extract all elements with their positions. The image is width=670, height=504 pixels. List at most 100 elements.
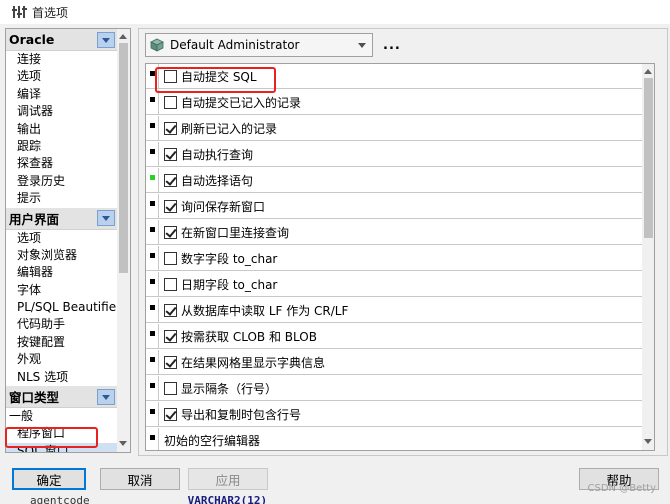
category-header[interactable]: 用户界面: [6, 207, 117, 230]
option-body[interactable]: 刷新已记入的记录: [160, 116, 277, 140]
scroll-thumb[interactable]: [644, 78, 653, 238]
option-checkbox[interactable]: [164, 277, 177, 291]
option-label: 显示隔条（行号）: [181, 381, 278, 396]
nav-item[interactable]: NLS 选项: [6, 369, 117, 386]
scroll-down-icon[interactable]: [644, 439, 652, 444]
nav-item[interactable]: 选项: [6, 68, 117, 85]
profile-value: Default Administrator: [170, 38, 300, 52]
option-checkbox[interactable]: [164, 355, 177, 369]
nav-item[interactable]: 编译: [6, 86, 117, 103]
category-tree: Oracle 连接 选项 编译 调试器 输出 跟踪 探查器 登录历史 提示 用户界面 选项 对象浏览器编…: [5, 28, 131, 453]
title-bar: 首选项: [0, 0, 670, 24]
ok-button[interactable]: 确定: [12, 468, 86, 490]
option-checkbox[interactable]: [164, 173, 177, 187]
collapse-icon[interactable]: [97, 31, 115, 48]
option-row[interactable]: 自动执行查询: [146, 142, 642, 167]
option-checkbox[interactable]: [164, 121, 177, 135]
option-body[interactable]: 自动执行查询: [160, 142, 253, 166]
nav-item[interactable]: 代码助手: [6, 316, 117, 333]
nav-item[interactable]: 字体: [6, 282, 117, 299]
option-checkbox[interactable]: [164, 225, 177, 239]
category-header[interactable]: Oracle: [6, 29, 117, 51]
option-row[interactable]: 显示隔条（行号）: [146, 376, 642, 401]
row-divider: [158, 402, 159, 426]
row-divider: [158, 90, 159, 114]
option-body[interactable]: 数字字段 to_char: [160, 246, 277, 270]
nav-item[interactable]: 对象浏览器: [6, 247, 117, 264]
option-checkbox[interactable]: [164, 95, 177, 109]
nav-item[interactable]: 输出: [6, 121, 117, 138]
option-row[interactable]: 导出和复制时包含行号: [146, 402, 642, 427]
row-divider: [158, 116, 159, 140]
nav-item[interactable]: PL/SQL Beautifier: [6, 299, 117, 316]
nav-item[interactable]: 一般: [6, 408, 117, 425]
option-label: 从数据库中读取 LF 作为 CR/LF: [181, 303, 349, 318]
row-marker-icon: [150, 149, 155, 154]
nav-item[interactable]: 跟踪: [6, 138, 117, 155]
profile-select[interactable]: Default Administrator: [145, 33, 373, 57]
option-body[interactable]: 在结果网格里显示字典信息: [160, 350, 325, 374]
nav-item[interactable]: 编辑器: [6, 264, 117, 281]
option-label: 导出和复制时包含行号: [181, 407, 302, 422]
scroll-up-icon[interactable]: [644, 69, 652, 74]
option-checkbox[interactable]: [164, 251, 177, 265]
option-body[interactable]: 自动选择语句: [160, 168, 253, 192]
option-row[interactable]: 自动提交已记入的记录: [146, 90, 642, 115]
profile-toolbar: Default Administrator ...: [145, 33, 401, 57]
option-checkbox[interactable]: [164, 407, 177, 421]
nav-item[interactable]: 登录历史: [6, 173, 117, 190]
nav-item[interactable]: 提示: [6, 190, 117, 207]
option-checkbox[interactable]: [164, 147, 177, 161]
nav-item[interactable]: 外观: [6, 351, 117, 368]
nav-item[interactable]: 调试器: [6, 103, 117, 120]
option-row[interactable]: 在结果网格里显示字典信息: [146, 350, 642, 375]
option-row[interactable]: 数字字段 to_char: [146, 246, 642, 271]
option-checkbox[interactable]: [164, 303, 177, 317]
category-header[interactable]: 窗口类型: [6, 386, 117, 409]
scroll-thumb[interactable]: [119, 43, 128, 273]
option-label: 自动选择语句: [181, 173, 254, 188]
option-label: 在结果网格里显示字典信息: [181, 355, 326, 370]
option-body[interactable]: 初始的空行编辑器: [160, 428, 260, 450]
scroll-up-icon[interactable]: [119, 34, 127, 39]
row-divider: [158, 272, 159, 296]
option-checkbox[interactable]: [164, 199, 177, 213]
option-row[interactable]: 日期字段 to_char: [146, 272, 642, 297]
row-marker-icon: [150, 357, 155, 362]
row-marker-icon: [150, 253, 155, 258]
option-body[interactable]: 从数据库中读取 LF 作为 CR/LF: [160, 298, 348, 322]
collapse-icon[interactable]: [97, 210, 115, 227]
nav-item[interactable]: 连接: [6, 51, 117, 68]
category-scrollbar[interactable]: [117, 29, 130, 452]
options-scrollbar[interactable]: [642, 64, 654, 450]
options-list: 自动提交 SQL 自动提交已记入的记录 刷新已记入的记录 自动执行查询 自动选择语句 询问…: [145, 63, 655, 451]
scroll-down-icon[interactable]: [119, 441, 127, 446]
more-button[interactable]: ...: [383, 38, 401, 53]
option-label: 刷新已记入的记录: [181, 121, 278, 136]
nav-item[interactable]: 选项: [6, 230, 117, 247]
option-body[interactable]: 在新窗口里连接查询: [160, 220, 289, 244]
option-row[interactable]: 询问保存新窗口: [146, 194, 642, 219]
option-checkbox[interactable]: [164, 381, 177, 395]
option-row[interactable]: 自动选择语句: [146, 168, 642, 193]
option-row[interactable]: 从数据库中读取 LF 作为 CR/LF: [146, 298, 642, 323]
option-body[interactable]: 显示隔条（行号）: [160, 376, 277, 400]
option-row[interactable]: 在新窗口里连接查询: [146, 220, 642, 245]
cancel-button[interactable]: 取消: [100, 468, 180, 490]
option-row[interactable]: 按需获取 CLOB 和 BLOB: [146, 324, 642, 349]
nav-item[interactable]: 按键配置: [6, 334, 117, 351]
option-label: 自动执行查询: [181, 147, 254, 162]
option-row[interactable]: 初始的空行编辑器: [146, 428, 642, 450]
option-body[interactable]: 导出和复制时包含行号: [160, 402, 301, 426]
option-body[interactable]: 询问保存新窗口: [160, 194, 265, 218]
option-body[interactable]: 按需获取 CLOB 和 BLOB: [160, 324, 317, 348]
option-body[interactable]: 自动提交已记入的记录: [160, 90, 301, 114]
option-row[interactable]: 刷新已记入的记录: [146, 116, 642, 141]
option-body[interactable]: 日期字段 to_char: [160, 272, 277, 296]
nav-item[interactable]: 探查器: [6, 155, 117, 172]
option-label: 日期字段 to_char: [181, 277, 278, 292]
collapse-icon[interactable]: [97, 388, 115, 405]
row-marker-icon: [150, 435, 155, 440]
option-checkbox[interactable]: [164, 329, 177, 343]
apply-button[interactable]: 应用: [188, 468, 268, 490]
